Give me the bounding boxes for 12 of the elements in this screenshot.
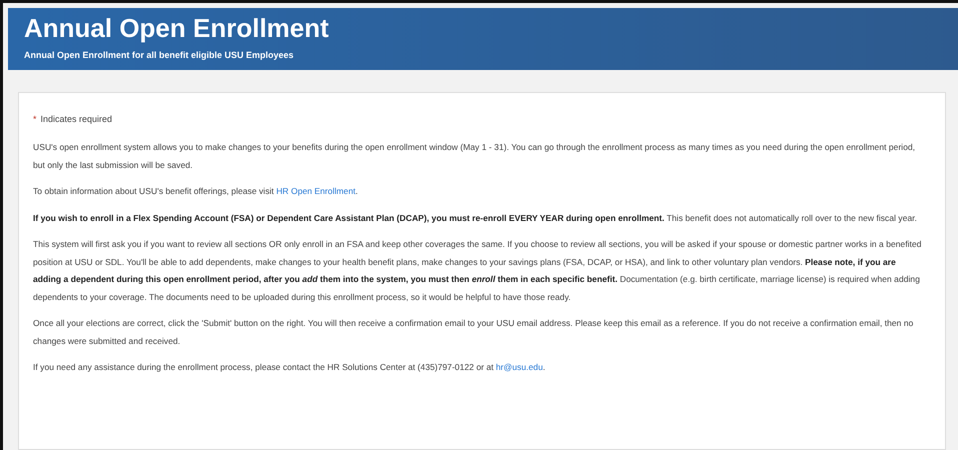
- link[interactable]: hr@usu.edu: [496, 362, 543, 372]
- paragraph: To obtain information about USU's benefit offerings, please visit HR Open Enrollment.: [33, 185, 359, 198]
- link[interactable]: HR Open Enrollment: [276, 186, 356, 196]
- paragraph: If you need any assistance during the enrollment process, please contact the HR Solutions Center at (435)797-0122 or at hr@usu.edu.: [33, 361, 546, 374]
- page-title: Annual Open Enrollment: [24, 14, 330, 44]
- page-subtitle: Annual Open Enrollment for all benefit eligible USU Employees: [24, 50, 295, 60]
- required-asterisk: *: [33, 112, 37, 126]
- paragraph: If you wish to enroll in a Flex Spending Account (FSA) or Dependent Care Assistant Plan (DCAP), you must re-enroll EVERY YEAR during open enrollment. This benefit does not automatically roll over to the new fiscal year.: [33, 212, 918, 225]
- paragraph: USU's open enrollment system allows you to make changes to your benefits during the open enrollment window (May 1 - 31). You can go through the enrollment process as many times as you need during the open enrollment period, but only the last submission will be saved.: [33, 141, 916, 172]
- paragraph: Once all your elections are correct, click the 'Submit' button on the right. You will then receive a confirmation email to your USU email address. Please keep this email as a reference. If you do not receive a confirmation email, then no changes were submitted and received.: [33, 317, 914, 348]
- paragraph: This system will first ask you if you want to review all sections OR only enroll in an FSA and keep other coverages the same. If you choose to review all sections, you will be asked if your spouse or domestic partner works in a benefited position at USU or SDL. You'll be able to add dependents, make changes to your health benefit plans, make changes to your savings plans (FSA, DCAP, or HSA), and link to other voluntary plan vendors. Please note, if you are adding a dependent during this open enrollment period, after you add them into the system, you must then enroll them in each specific benefit. Documentation (e.g. birth certificate, marriage license) is required when adding dependents to your coverage. The documents need to be uploaded during this enrollment process, so it would be helpful to have those ready.: [33, 238, 922, 304]
- required-note: Indicates required: [40, 112, 112, 126]
